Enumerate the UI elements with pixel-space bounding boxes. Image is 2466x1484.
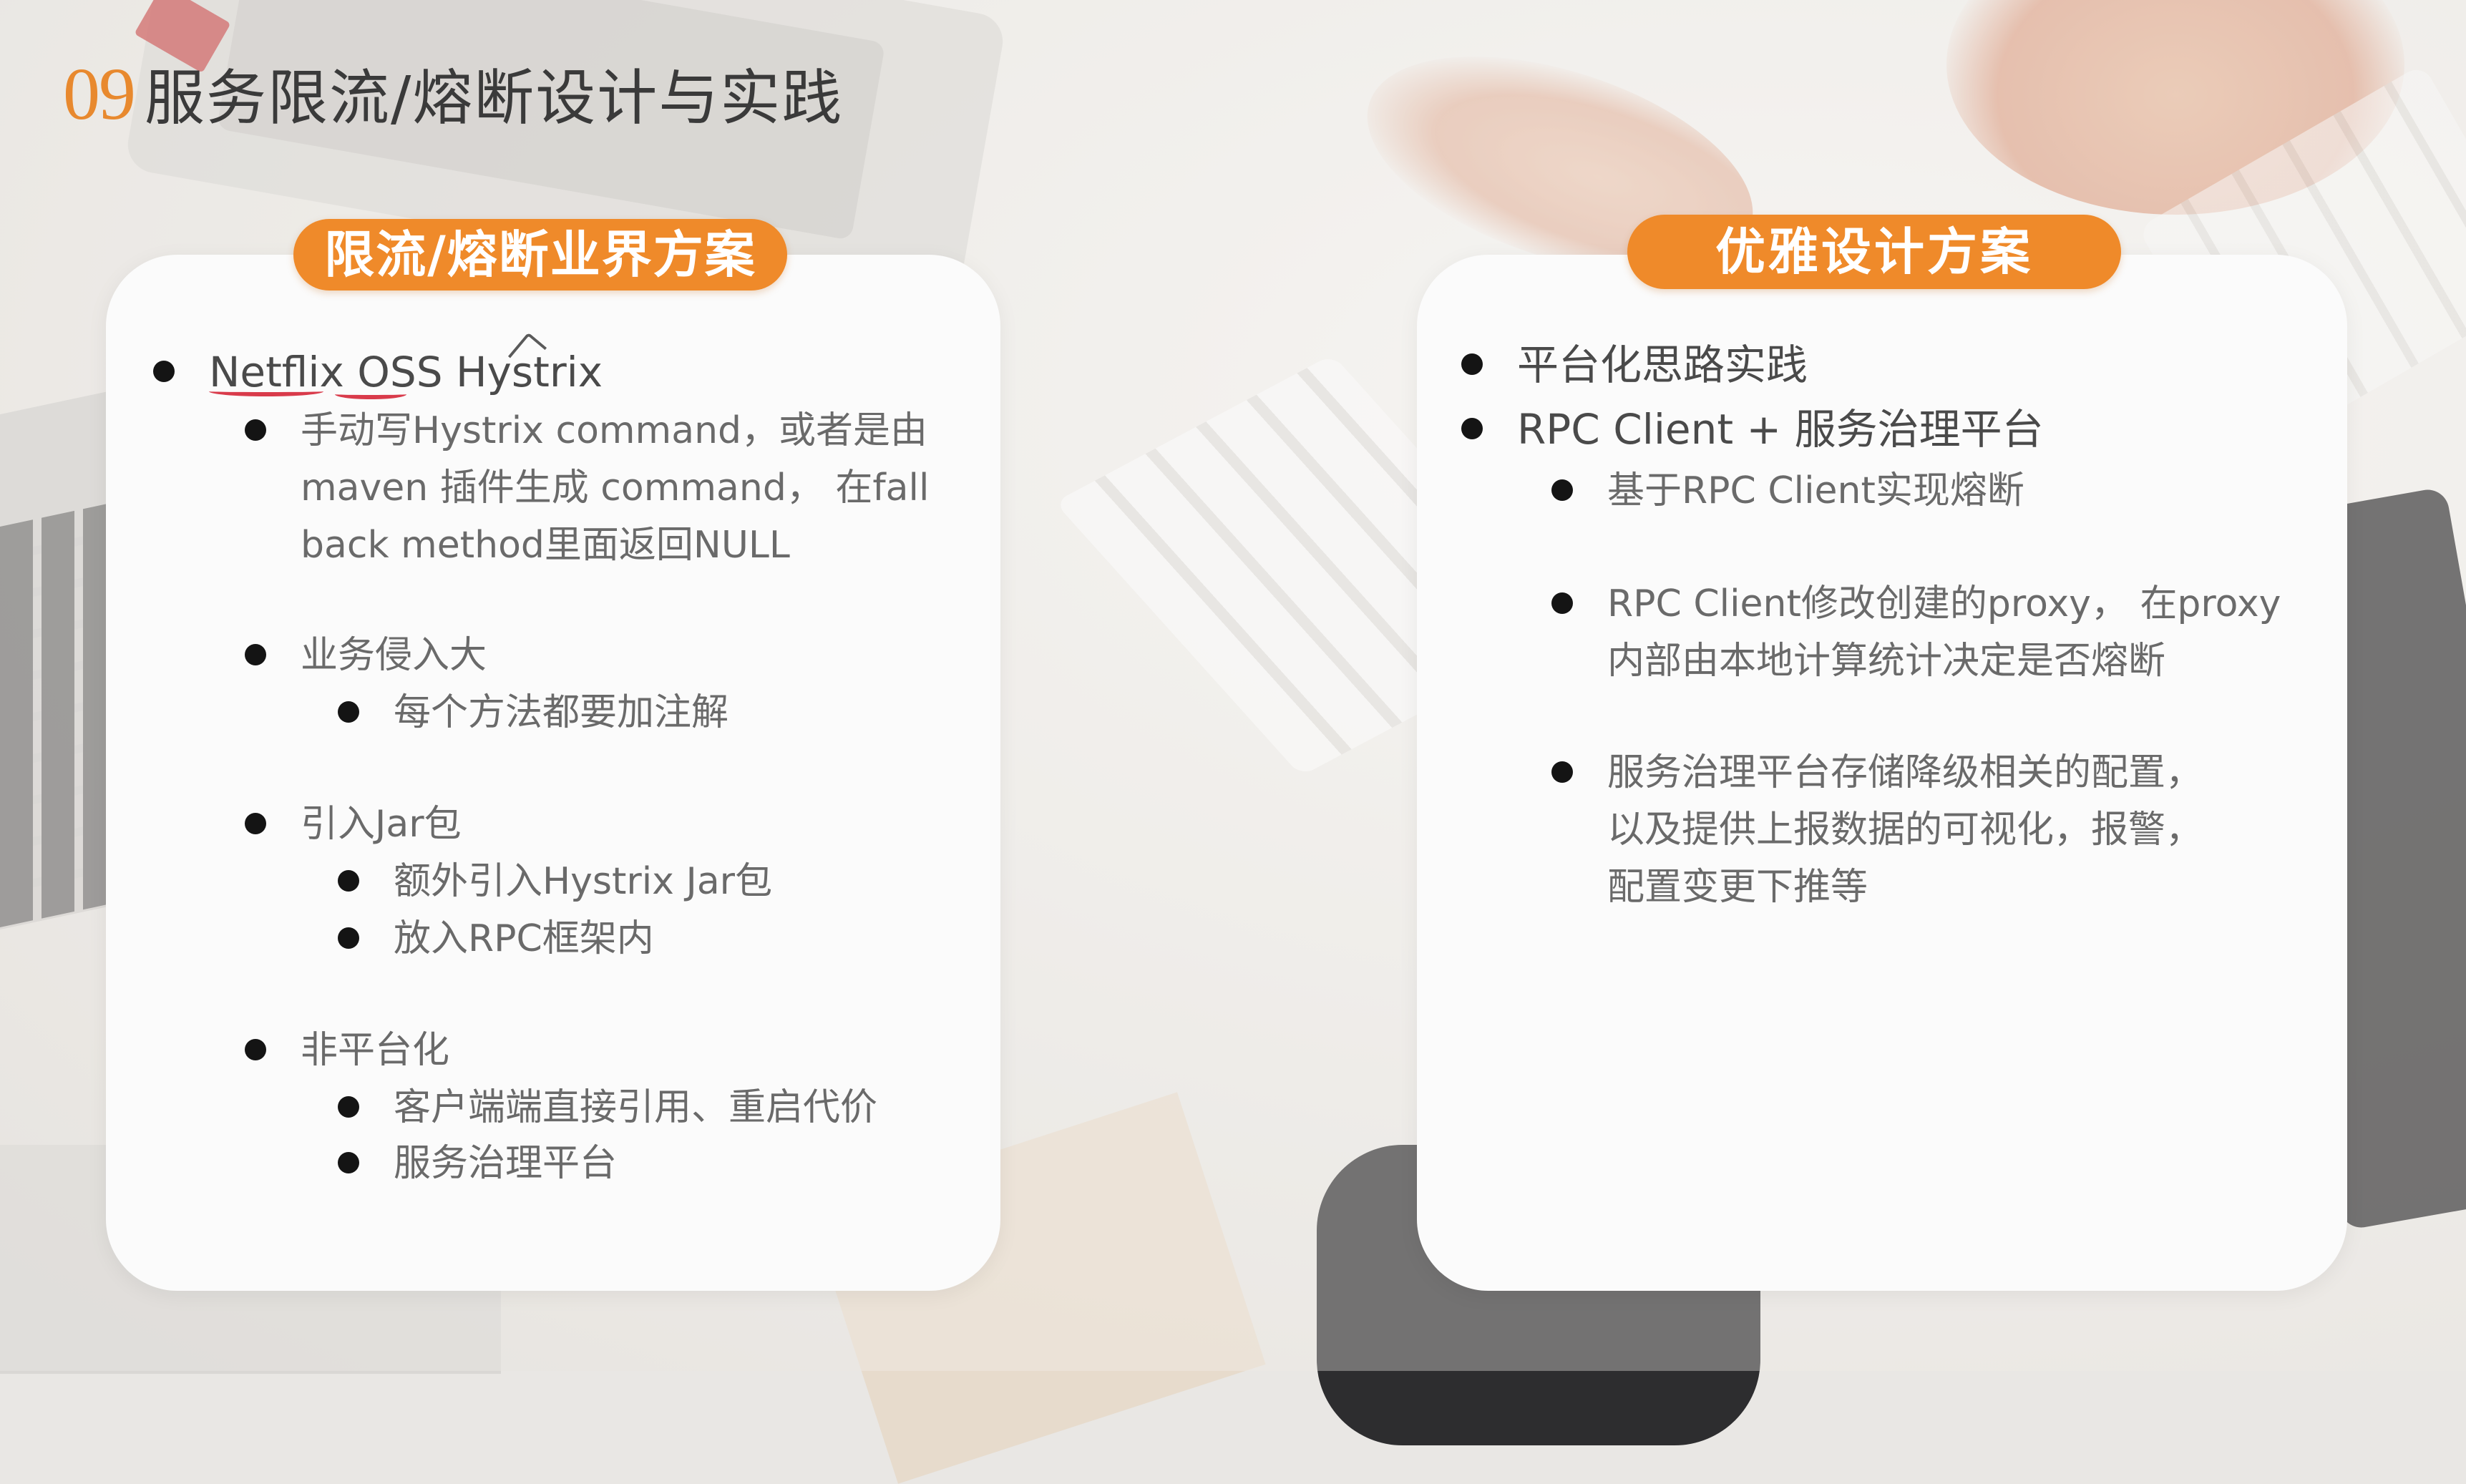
sub-item-line: 放入RPC框架内 <box>394 917 654 960</box>
sub-item-line: 客户端端直接引用、重启代价 <box>394 1086 878 1129</box>
bullet-icon <box>245 419 266 441</box>
sub-item-line: 手动写Hystrix command，或者是由 <box>301 409 928 452</box>
underline-annotation <box>335 389 406 399</box>
sub-item-line: 基于RPC Client实现熔断 <box>1607 469 2024 512</box>
sub-item-line: 额外引入Hystrix Jar包 <box>394 860 773 903</box>
sub-item-extra-jar: 额外引入Hystrix Jar包 <box>338 853 772 910</box>
slide-title-text: 服务限流/熔断设计与实践 <box>145 63 844 133</box>
bullet-icon <box>245 644 266 665</box>
sub-item-hystrix-command: 手动写Hystrix command，或者是由 maven 插件生成 comma… <box>245 402 929 574</box>
bullet-icon <box>245 1039 266 1060</box>
list-item-label: 引入Jar包 <box>301 803 462 846</box>
bullet-icon <box>153 361 175 382</box>
bullet-icon <box>245 813 266 834</box>
sub-item-rpc-circuit: 基于RPC Client实现熔断 <box>1551 462 2024 519</box>
industry-solutions-heading: 限流/熔断业界方案 <box>293 219 787 291</box>
bullet-icon <box>338 701 359 723</box>
sub-item-annotation: 每个方法都要加注解 <box>338 684 728 741</box>
bullet-icon <box>338 870 359 892</box>
sub-item-line: 以及提供上报数据的可视化，报警， <box>1607 809 2203 851</box>
elegant-design-heading: 优雅设计方案 <box>1627 215 2121 289</box>
bullet-icon <box>1551 592 1573 614</box>
bullet-icon <box>338 1152 359 1173</box>
list-item-label: 非平台化 <box>301 1029 450 1072</box>
sub-item-line: 服务治理平台 <box>394 1142 618 1185</box>
bullet-icon <box>1461 418 1483 439</box>
bullet-icon <box>338 1096 359 1118</box>
sub-item-line: 服务治理平台存储降级相关的配置， <box>1607 751 2203 794</box>
sub-item-line: 每个方法都要加注解 <box>394 691 729 734</box>
sub-item-rpc-proxy: RPC Client修改创建的proxy， 在proxy 内部由本地计算统计决定… <box>1551 575 2281 690</box>
bullet-icon <box>338 927 359 949</box>
sub-item-line: RPC Client修改创建的proxy， 在proxy <box>1607 582 2281 625</box>
sub-item-governance-platform: 服务治理平台存储降级相关的配置， 以及提供上报数据的可视化，报警， 配置变更下推… <box>1551 744 2203 916</box>
list-item-business-intrusion: 业务侵入大 <box>245 627 487 684</box>
underline-annotation <box>209 386 323 396</box>
sub-item-client-restart: 客户端端直接引用、重启代价 <box>338 1079 877 1136</box>
bullet-icon <box>1551 479 1573 501</box>
sub-item-line: 内部由本地计算统计决定是否熔断 <box>1607 640 2166 683</box>
sub-item-line: maven 插件生成 command， 在fall <box>301 467 930 509</box>
list-item-non-platform: 非平台化 <box>245 1022 449 1079</box>
list-item-label: 平台化思路实践 <box>1517 341 1808 389</box>
sub-item-rpc-framework: 放入RPC框架内 <box>338 910 654 967</box>
list-item-label: RPC Client + 服务治理平台 <box>1517 405 2044 454</box>
sub-item-line: back method里面返回NULL <box>301 524 790 567</box>
list-item-rpc-client: RPC Client + 服务治理平台 <box>1461 401 2044 458</box>
sub-item-governance: 服务治理平台 <box>338 1135 617 1192</box>
slide-number: 09 <box>63 53 136 135</box>
bullet-icon <box>1461 353 1483 375</box>
list-item-label: 业务侵入大 <box>301 634 487 677</box>
sub-item-line: 配置变更下推等 <box>1607 866 1868 909</box>
list-item-platform-practice: 平台化思路实践 <box>1461 336 1808 394</box>
list-item-jar: 引入Jar包 <box>245 796 462 853</box>
bullet-icon <box>1551 761 1573 783</box>
slide-title: 09 服务限流/熔断设计与实践 <box>63 50 843 137</box>
